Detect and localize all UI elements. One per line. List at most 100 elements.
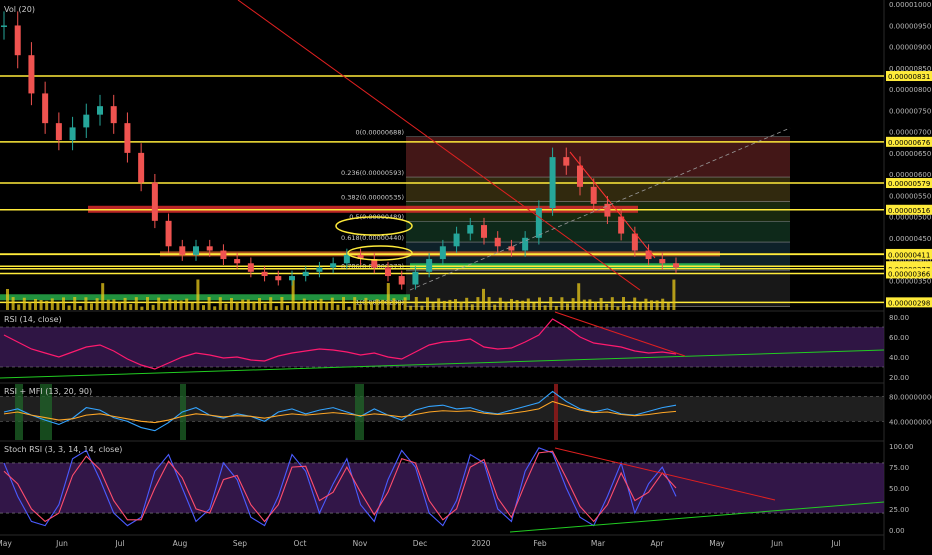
candle-body <box>97 106 103 115</box>
volume-bar <box>577 283 581 310</box>
volume-bar <box>650 300 653 310</box>
price-tick-5: 0.00000750 <box>889 107 931 115</box>
rsi-tick-0: 80.00 <box>889 314 909 322</box>
stoch-tick-1: 75.00 <box>889 464 909 472</box>
volume-bar <box>538 297 541 310</box>
volume-bar <box>39 300 43 310</box>
volume-bar <box>431 303 435 310</box>
fib-zone-5 <box>406 270 790 307</box>
fib-label-1: 0.236(0.00000593) <box>341 169 404 177</box>
volume-bar <box>342 297 345 310</box>
volume-bar <box>515 300 519 310</box>
candle-body <box>494 237 501 247</box>
volume-bar <box>297 302 301 310</box>
price-tick-8: 0.00000600 <box>889 171 931 179</box>
mfi-tick-1: 40.00000000 <box>889 418 932 426</box>
volume-bar <box>543 305 547 310</box>
volume-bar <box>347 306 351 310</box>
volume-bar <box>185 298 189 310</box>
volume-bar <box>246 299 250 310</box>
candle-body <box>302 271 309 277</box>
volume-bar <box>616 306 620 310</box>
fib-label-0: 0(0.00000688) <box>356 129 405 137</box>
volume-bar <box>134 297 138 310</box>
chart-svg[interactable]: 0(0.00000688) 0.236(0.00000593) 0.382(0.00… <box>0 0 932 550</box>
volume-bar <box>386 283 390 310</box>
volume-bar <box>95 298 99 310</box>
stoch-title: Stoch RSI (3, 3, 14, 14, close) <box>4 445 122 454</box>
rsi-title: RSI (14, close) <box>4 315 62 324</box>
volume-bar <box>6 289 9 310</box>
x-tick-3: Aug <box>173 539 188 548</box>
volume-bar <box>179 300 183 310</box>
candle-body <box>110 106 117 124</box>
volume-bar <box>638 302 642 310</box>
x-tick-9: Feb <box>533 539 547 548</box>
x-tick-4: Sep <box>233 539 247 548</box>
candle-body <box>124 123 131 153</box>
candle-body <box>549 157 556 209</box>
volume-bar <box>73 297 77 310</box>
trading-chart[interactable]: 0(0.00000688) 0.236(0.00000593) 0.382(0.00… <box>0 0 932 550</box>
candle-body <box>151 182 158 221</box>
volume-bar <box>90 303 93 310</box>
price-axis-label-3: 0.00000516 <box>888 207 931 215</box>
volume-bar <box>482 288 485 310</box>
price-tick-9: 0.00000550 <box>889 192 931 200</box>
volume-bar <box>302 298 306 310</box>
candle-body <box>577 165 583 187</box>
volume-bar <box>375 299 379 310</box>
candle-body <box>234 259 241 264</box>
candle-body <box>193 246 199 255</box>
volume-bar <box>409 305 413 310</box>
volume-bar <box>330 297 334 310</box>
volume-bar <box>11 297 15 310</box>
volume-bar <box>84 297 88 310</box>
volume-bar <box>627 304 631 310</box>
volume-bar <box>56 303 60 310</box>
candle-body <box>659 259 666 264</box>
volume-bar <box>151 304 155 310</box>
volume-bar <box>28 302 32 310</box>
volume-bar <box>437 298 441 310</box>
volume-bar <box>622 297 625 310</box>
x-tick-7: Dec <box>413 539 428 548</box>
candle-body <box>439 246 446 260</box>
volume-bar <box>398 303 401 310</box>
volume-bar <box>465 297 469 310</box>
volume-bar <box>22 297 26 310</box>
candle-body <box>330 263 337 268</box>
volume-bar <box>442 300 446 310</box>
fib-zone-1 <box>406 177 790 202</box>
fib-label-2: 0.382(0.00000535) <box>341 194 404 202</box>
x-tick-10: Mar <box>591 539 606 548</box>
volume-bar <box>666 302 670 310</box>
candle-body <box>604 203 611 217</box>
x-tick-14: Jul <box>830 539 840 548</box>
volume-bar <box>554 306 558 310</box>
volume-bar <box>426 297 429 310</box>
rsi-tick-3: 20.00 <box>889 374 909 382</box>
x-tick-5: Oct <box>294 539 307 548</box>
x-tick-1: Jun <box>55 539 68 548</box>
volume-bar <box>672 279 676 310</box>
candle-body <box>673 263 679 268</box>
volume-bar <box>308 300 312 310</box>
candle-body <box>206 246 213 251</box>
volume-bar <box>157 297 161 310</box>
candle-body <box>412 271 419 285</box>
stoch-tick-3: 25.00 <box>889 506 909 514</box>
price-tick-7: 0.00000650 <box>889 150 931 158</box>
x-tick-13: Jun <box>770 539 783 548</box>
price-axis-label-5: 0.00000411 <box>888 251 930 259</box>
price-tick-6: 0.00000700 <box>889 129 931 137</box>
volume-bar <box>196 279 200 310</box>
candle-body <box>42 93 49 124</box>
candle-body <box>563 157 570 166</box>
volume-bar <box>353 297 357 310</box>
volume-bar <box>448 299 452 310</box>
volume-bar <box>263 303 267 310</box>
volume-bar <box>118 301 121 310</box>
candle-body <box>220 250 227 260</box>
volume-bar <box>129 304 133 310</box>
